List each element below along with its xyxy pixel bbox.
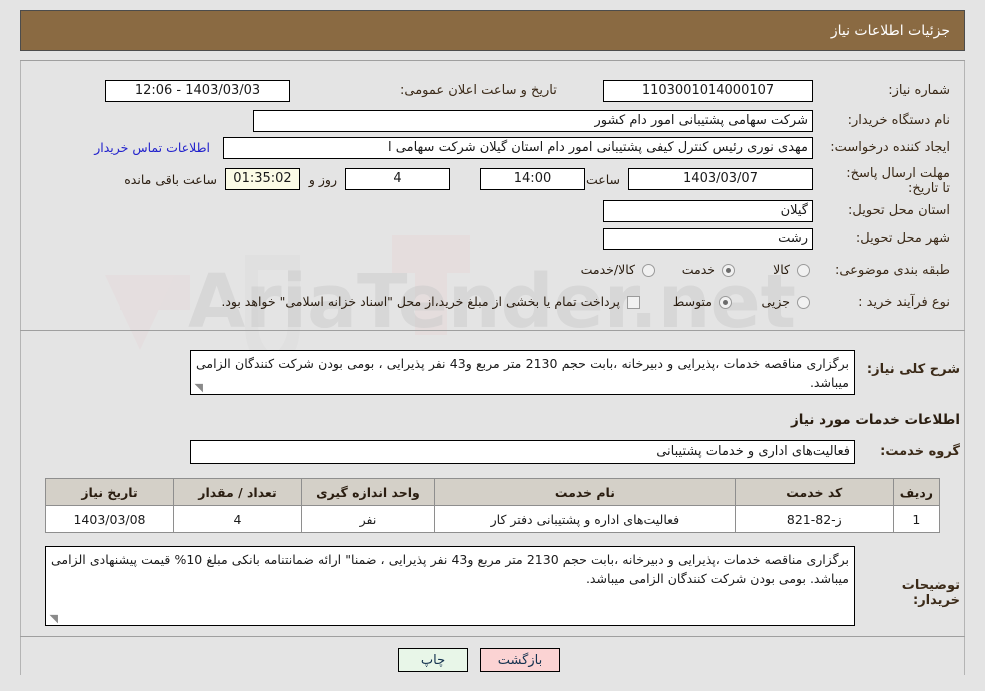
resize-grip-icon-2[interactable]: ◥ — [48, 613, 58, 624]
deadline-time: 14:00 — [480, 168, 585, 190]
services-table: ردیف کد خدمت نام خدمت واحد اندازه گیری ت… — [45, 478, 941, 533]
general-desc-label: شرح کلی نیاز: — [866, 362, 960, 377]
creator-label: ایجاد کننده درخواست: — [830, 140, 950, 155]
radio-category-kala-khedmat-label: کالا/خدمت — [580, 262, 635, 277]
radio-category-kala[interactable] — [797, 264, 810, 277]
back-button[interactable]: بازگشت — [480, 648, 560, 672]
buyer-org-value: شرکت سهامی پشتیبانی امور دام کشور — [253, 110, 813, 132]
buyer-contact-link[interactable]: اطلاعات تماس خریدار — [94, 140, 210, 155]
resize-grip-icon[interactable]: ◥ — [193, 382, 203, 393]
page-title-text: جزئیات اطلاعات نیاز — [830, 22, 950, 39]
radio-category-kala-label: کالا — [773, 262, 790, 277]
divider-middle — [20, 330, 965, 331]
radio-process-jozei-label: جزیی — [761, 294, 790, 309]
page-root: AriaTender.net جزئیات اطلاعات نیاز شماره… — [0, 0, 985, 691]
creator-value: مهدی نوری رئیس کنترل کیفی پشتیبانی امور … — [223, 137, 813, 159]
radio-category-khedmat-label: خدمت — [681, 262, 715, 277]
th-service-name: نام خدمت — [434, 478, 736, 506]
general-desc-text: برگزاری مناقصه خدمات ،پذیرایی و دبیرخانه… — [196, 356, 849, 390]
treasury-checkbox-label: پرداخت تمام یا بخشی از مبلغ خرید،از محل … — [221, 294, 620, 309]
divider-bottom — [20, 636, 965, 637]
divider-top — [20, 60, 965, 61]
city-label: شهر محل تحویل: — [855, 231, 950, 246]
table-header-row: ردیف کد خدمت نام خدمت واحد اندازه گیری ت… — [45, 478, 941, 506]
radio-process-motavaset-label: متوسط — [672, 294, 712, 309]
remaining-clock: 01:35:02 — [225, 168, 300, 190]
remaining-days: 4 — [345, 168, 450, 190]
cell-row-no: 1 — [892, 505, 941, 533]
th-service-code: کد خدمت — [734, 478, 894, 506]
buyer-notes-textarea[interactable]: برگزاری مناقصه خدمات ،پذیرایی و دبیرخانه… — [45, 546, 855, 626]
th-need-date: تاریخ نیاز — [45, 478, 174, 506]
deadline-label: مهلت ارسال پاسخ: تا تاریخ: — [846, 166, 950, 196]
deadline-date: 1403/03/07 — [628, 168, 813, 190]
need-number-label: شماره نیاز: — [888, 83, 950, 98]
cell-service-name: فعالیت‌های اداره و پشتیبانی دفتر کار — [434, 505, 736, 533]
general-desc-textarea[interactable]: برگزاری مناقصه خدمات ،پذیرایی و دبیرخانه… — [190, 350, 855, 395]
deadline-time-label: ساعت — [585, 172, 620, 187]
th-unit: واحد اندازه گیری — [301, 478, 435, 506]
buyer-notes-label: توضیحات خریدار: — [901, 578, 960, 608]
table-row: 1 ز-82-821 فعالیت‌های اداره و پشتیبانی د… — [45, 505, 941, 533]
radio-category-kala-khedmat[interactable] — [642, 264, 655, 277]
service-group-value: فعالیت‌های اداری و خدمات پشتیبانی — [190, 440, 855, 464]
radio-process-jozei[interactable] — [797, 296, 810, 309]
radio-process-motavaset[interactable] — [719, 296, 732, 309]
remaining-clock-label: ساعت باقی مانده — [124, 172, 217, 187]
province-label: استان محل تحویل: — [848, 203, 950, 218]
buyer-notes-text: برگزاری مناقصه خدمات ،پذیرایی و دبیرخانه… — [51, 552, 850, 586]
radio-category-khedmat[interactable] — [722, 264, 735, 277]
announce-label: تاریخ و ساعت اعلان عمومی: — [400, 83, 557, 98]
treasury-checkbox[interactable] — [627, 296, 640, 309]
service-group-label: گروه خدمت: — [880, 444, 960, 459]
cell-service-code: ز-82-821 — [734, 505, 894, 533]
services-section-title: اطلاعات خدمات مورد نیاز — [790, 412, 960, 428]
category-label: طبقه بندی موضوعی: — [834, 263, 950, 278]
process-label: نوع فرآیند خرید : — [858, 295, 950, 310]
buyer-org-label: نام دستگاه خریدار: — [847, 113, 950, 128]
city-value: رشت — [603, 228, 813, 250]
need-number-value: 1103001014000107 — [603, 80, 813, 102]
cell-unit: نفر — [301, 505, 435, 533]
th-row-no: ردیف — [892, 478, 941, 506]
th-quantity: تعداد / مقدار — [173, 478, 302, 506]
remaining-days-label: روز و — [308, 172, 337, 187]
print-button[interactable]: چاپ — [398, 648, 468, 672]
province-value: گیلان — [603, 200, 813, 222]
cell-quantity: 4 — [173, 505, 302, 533]
page-title: جزئیات اطلاعات نیاز — [20, 10, 965, 51]
cell-need-date: 1403/03/08 — [45, 505, 174, 533]
announce-value: 1403/03/03 - 12:06 — [105, 80, 290, 102]
